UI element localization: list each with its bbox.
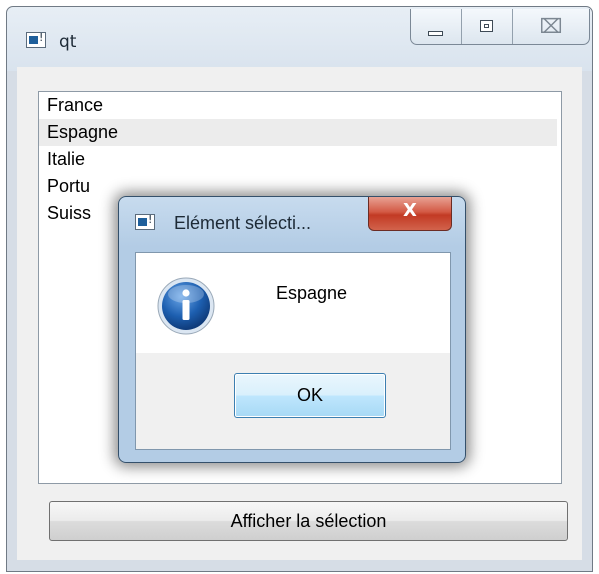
dialog-close-button[interactable]: X <box>368 197 452 231</box>
window-title: qt <box>59 32 77 52</box>
close-icon: ⌧ <box>539 14 563 38</box>
minimize-button[interactable] <box>411 9 462 44</box>
list-item[interactable]: Italie <box>39 146 557 173</box>
maximize-button[interactable] <box>462 9 513 44</box>
dialog-app-icon <box>135 213 155 230</box>
message-dialog: Elément sélecti... X Espagne <box>118 196 466 463</box>
dialog-title: Elément sélecti... <box>174 213 312 233</box>
list-item[interactable]: France <box>39 92 557 119</box>
dialog-message: Espagne <box>276 283 348 303</box>
dialog-body: Espagne OK <box>135 252 451 450</box>
dialog-content: Espagne <box>136 253 450 353</box>
close-button[interactable]: ⌧ <box>513 9 589 44</box>
show-selection-button[interactable]: Afficher la sélection <box>49 501 568 541</box>
maximize-icon <box>480 20 493 32</box>
app-icon <box>26 31 46 48</box>
caption-buttons: ⌧ <box>410 9 590 45</box>
information-icon <box>157 277 215 335</box>
close-icon: X <box>403 200 417 221</box>
minimize-icon <box>428 31 443 36</box>
ok-button[interactable]: OK <box>234 373 386 418</box>
list-item-selected[interactable]: Espagne <box>39 119 557 146</box>
